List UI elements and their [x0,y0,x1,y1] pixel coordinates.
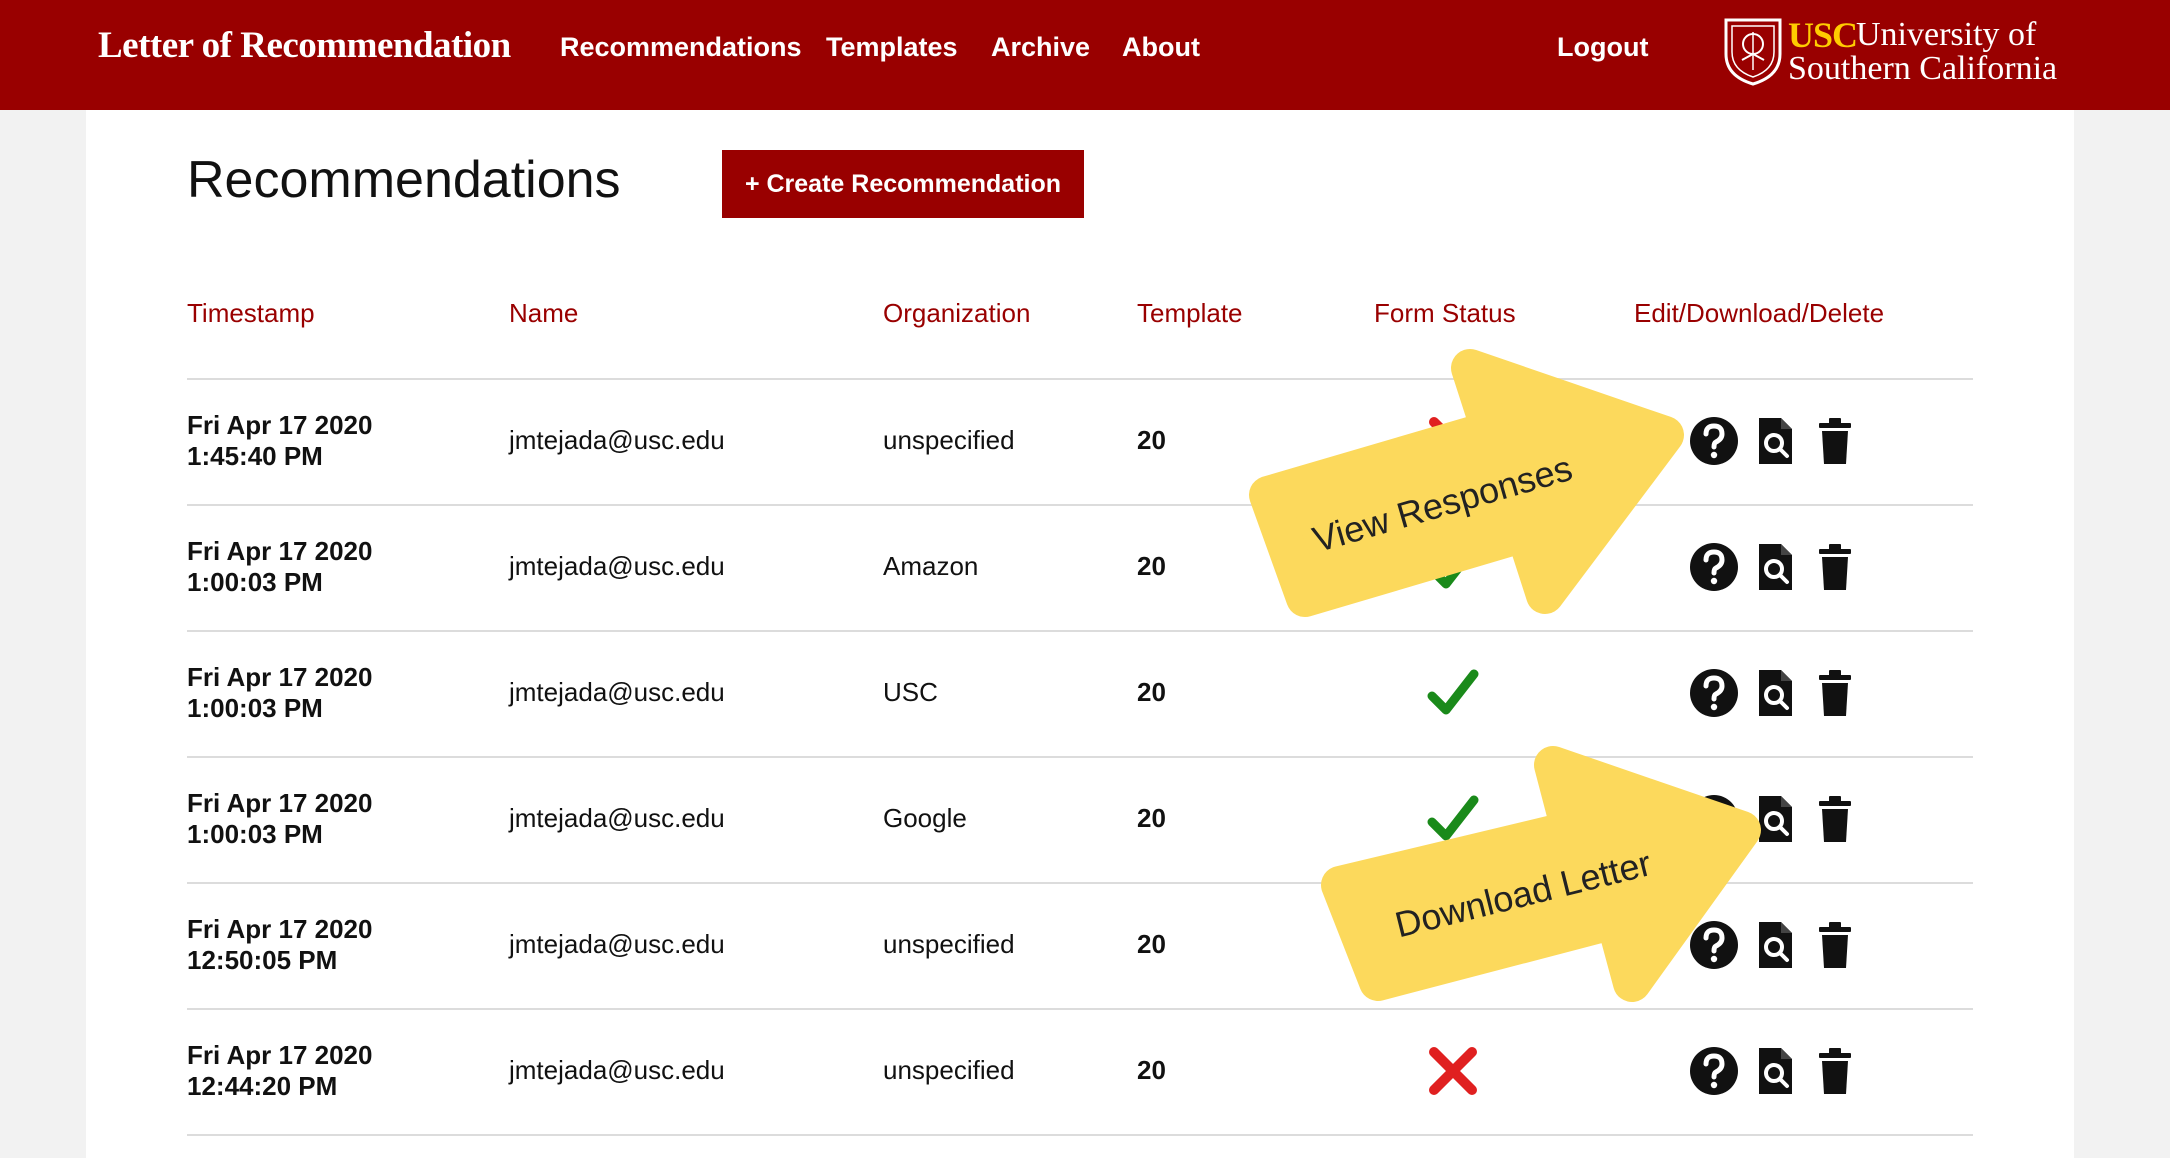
cell-name: jmtejada@usc.edu [509,677,725,707]
check-icon [1427,543,1479,589]
app-brand[interactable]: Letter of Recommendation [98,24,511,67]
timestamp-time: 12:50:05 PM [187,945,338,975]
usc-logo-line2: Southern California [1788,50,2058,87]
timestamp-date: Fri Apr 17 2020 [187,914,373,944]
cell-name: jmtejada@usc.edu [509,929,725,959]
col-header-form-status: Form Status [1374,298,1516,328]
col-header-organization: Organization [883,298,1031,328]
page-title: Recommendations [187,151,621,209]
cell-template: 20 [1137,929,1166,959]
row-divider [187,882,1973,884]
check-icon [1427,669,1479,715]
row-divider [187,378,1973,380]
document-search-icon[interactable] [1750,919,1800,971]
usc-logo: USC University of Southern California [1722,14,2057,88]
content-panel [86,110,2074,1158]
row-divider [187,756,1973,758]
cell-timestamp: Fri Apr 17 2020 1:00:03 PM [187,662,372,724]
cell-timestamp: Fri Apr 17 2020 12:44:20 PM [187,1040,372,1102]
timestamp-date: Fri Apr 17 2020 [187,788,373,818]
cell-template: 20 [1137,1055,1166,1085]
cell-template: 20 [1137,551,1166,581]
timestamp-date: Fri Apr 17 2020 [187,662,373,692]
trash-icon[interactable] [1810,793,1860,845]
document-search-icon[interactable] [1750,667,1800,719]
nav-archive[interactable]: Archive [991,32,1090,63]
timestamp-time: 1:45:40 PM [187,441,323,471]
row-divider [187,504,1973,506]
document-search-icon[interactable] [1750,415,1800,467]
timestamp-time: 1:00:03 PM [187,693,323,723]
cell-timestamp: Fri Apr 17 2020 1:00:03 PM [187,788,372,850]
trash-icon[interactable] [1810,919,1860,971]
cell-template: 20 [1137,677,1166,707]
cell-organization: Google [883,803,967,833]
nav-recommendations[interactable]: Recommendations [560,32,802,63]
col-header-name: Name [509,298,579,328]
top-navbar: Letter of Recommendation Recommendations… [0,0,2170,110]
create-recommendation-button[interactable]: + Create Recommendation [722,150,1084,218]
cell-template: 20 [1137,803,1166,833]
col-header-template: Template [1137,298,1243,328]
question-circle-icon[interactable] [1689,541,1739,593]
cross-icon [1429,417,1477,465]
document-search-icon[interactable] [1750,541,1800,593]
row-divider [187,1134,1973,1136]
cell-timestamp: Fri Apr 17 2020 12:50:05 PM [187,914,372,976]
timestamp-time: 1:00:03 PM [187,567,323,597]
document-search-icon[interactable] [1750,1045,1800,1097]
cell-timestamp: Fri Apr 17 2020 1:00:03 PM [187,536,372,598]
logout-link[interactable]: Logout [1557,32,1648,63]
timestamp-time: 12:44:20 PM [187,1071,338,1101]
cell-name: jmtejada@usc.edu [509,551,725,581]
trash-icon[interactable] [1810,667,1860,719]
question-circle-icon[interactable] [1689,667,1739,719]
cell-organization: unspecified [883,1055,1015,1085]
cell-name: jmtejada@usc.edu [509,425,725,455]
nav-about[interactable]: About [1122,32,1200,63]
row-divider [187,630,1973,632]
timestamp-date: Fri Apr 17 2020 [187,536,373,566]
cross-icon [1429,1047,1477,1095]
trash-icon[interactable] [1810,415,1860,467]
col-header-actions: Edit/Download/Delete [1634,298,1885,328]
row-divider [187,1008,1973,1010]
col-header-timestamp: Timestamp [187,298,315,328]
timestamp-time: 1:00:03 PM [187,819,323,849]
cell-organization: unspecified [883,929,1015,959]
question-circle-icon[interactable] [1689,793,1739,845]
cell-name: jmtejada@usc.edu [509,1055,725,1085]
timestamp-date: Fri Apr 17 2020 [187,410,373,440]
cell-organization: Amazon [883,551,979,581]
question-circle-icon[interactable] [1689,1045,1739,1097]
question-circle-icon[interactable] [1689,415,1739,467]
usc-logo-line1: University of [1856,16,2037,53]
question-circle-icon[interactable] [1689,919,1739,971]
timestamp-date: Fri Apr 17 2020 [187,1040,373,1070]
cell-name: jmtejada@usc.edu [509,803,725,833]
cell-organization: unspecified [883,425,1015,455]
check-icon [1427,795,1479,841]
document-search-icon[interactable] [1750,793,1800,845]
usc-seal-icon [1724,18,1782,86]
nav-templates[interactable]: Templates [826,32,958,63]
cell-template: 20 [1137,425,1166,455]
cell-timestamp: Fri Apr 17 2020 1:45:40 PM [187,410,372,472]
trash-icon[interactable] [1810,1045,1860,1097]
cell-organization: USC [883,677,938,707]
trash-icon[interactable] [1810,541,1860,593]
